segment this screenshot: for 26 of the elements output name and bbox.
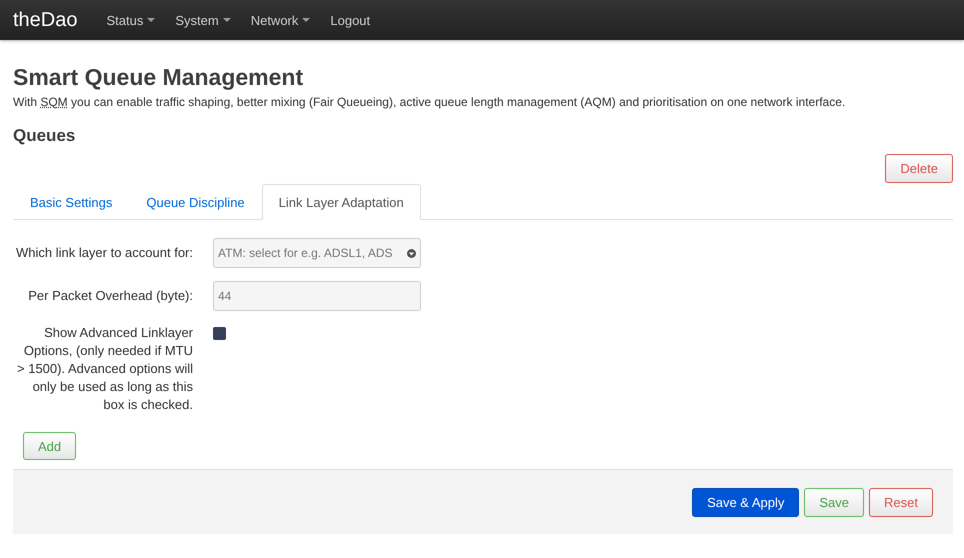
checkbox[interactable] bbox=[213, 327, 226, 340]
page-description: With SQM you can enable traffic shaping, better mixing (Fair Queueing), active queue length management (AQM) and prioritisation on one network interface. bbox=[13, 95, 846, 109]
section-title: Queues bbox=[13, 126, 76, 146]
nav-menu-item[interactable]: Status bbox=[96, 12, 166, 28]
footer-button[interactable]: Reset bbox=[869, 488, 933, 516]
nav-menu-item[interactable]: Network bbox=[240, 12, 320, 28]
nav-menu-item[interactable]: Logout bbox=[320, 12, 380, 28]
field-label: Show Advanced Linklayer Options, (only needed if MTU > 1500). Advanced options will only be used as long as this box is checked. bbox=[16, 324, 194, 414]
tab[interactable]: Basic Settings bbox=[13, 184, 130, 220]
page-title: Smart Queue Management bbox=[13, 64, 304, 91]
delete-button[interactable]: Delete bbox=[885, 154, 953, 183]
caret-icon bbox=[147, 18, 156, 22]
field-label: Which link layer to account for: bbox=[14, 244, 194, 262]
caret-icon bbox=[222, 18, 231, 22]
footer-button[interactable]: Save & Apply bbox=[692, 488, 800, 516]
select-field[interactable]: ATM: select for e.g. ADSL1, ADS bbox=[213, 238, 421, 268]
tab[interactable]: Link Layer Adaptation bbox=[262, 184, 421, 220]
tab[interactable]: Queue Discipline bbox=[129, 184, 262, 220]
add-button[interactable]: Add bbox=[23, 432, 76, 460]
field-label: Per Packet Overhead (byte): bbox=[27, 287, 194, 305]
brand-name[interactable]: theDao bbox=[13, 8, 78, 32]
nav-menu-item[interactable]: System bbox=[165, 12, 241, 28]
dropdown-icon bbox=[407, 248, 416, 258]
footer-button[interactable]: Save bbox=[804, 488, 864, 516]
input-field[interactable]: 44 bbox=[213, 281, 421, 311]
caret-icon bbox=[302, 18, 310, 22]
